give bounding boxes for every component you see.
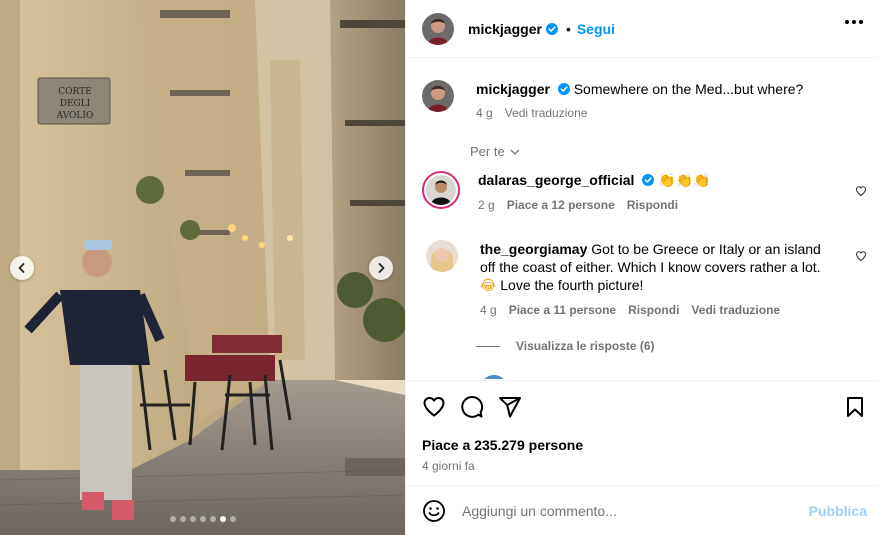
verified-icon: [642, 174, 655, 186]
street-sign-line2: DEGLI AVOLIO: [56, 99, 94, 121]
verified-icon: [545, 22, 558, 35]
header-username[interactable]: mickjagger: [468, 21, 542, 37]
street-scene-image: [0, 0, 405, 535]
next-photo-button[interactable]: [369, 256, 393, 280]
post-actions: Piace a 235.279 persone 4 giorni fa: [406, 380, 878, 485]
post-modal: CORTE DEGLI AVOLIO mickjagger • Segui mi…: [0, 0, 878, 535]
post-date[interactable]: 4 giorni fa: [422, 459, 475, 473]
post-header: mickjagger • Segui: [406, 0, 878, 58]
previous-photo-button[interactable]: [10, 256, 34, 280]
comment-text-2: Love the fourth picture!: [500, 277, 644, 293]
heart-icon[interactable]: [422, 395, 446, 419]
carousel-dot: [179, 516, 186, 522]
view-replies-label: Visualizza le risposte (6): [516, 339, 655, 353]
sort-label: Per te: [470, 144, 505, 159]
carousel-dot: [199, 516, 206, 522]
comment-form: Pubblica: [406, 485, 878, 535]
emoji-icon[interactable]: [422, 499, 446, 523]
comment-icon[interactable]: [460, 395, 484, 419]
carousel-dot: [169, 516, 176, 522]
street-sign: CORTE DEGLI AVOLIO: [40, 86, 110, 122]
comment-emoji: 😂: [480, 278, 497, 294]
post-panel: mickjagger • Segui mickjagger Somewhere …: [405, 0, 878, 535]
comment-username[interactable]: the_georgiamay: [480, 241, 587, 257]
comment-likes[interactable]: Piace a 11 persone: [509, 303, 616, 317]
caption: mickjagger Somewhere on the Med...but wh…: [422, 80, 836, 120]
comment-item: the_georgiamay Got to be Greece or Italy…: [422, 240, 840, 317]
street-sign-line1: CORTE: [58, 87, 92, 97]
more-options-icon[interactable]: [845, 20, 863, 24]
publish-button[interactable]: Pubblica: [809, 503, 867, 519]
carousel-dot: [189, 516, 196, 522]
comment-emoji: 👏👏👏: [658, 173, 711, 189]
carousel-dot: [229, 516, 236, 522]
avatar[interactable]: [480, 375, 508, 379]
avatar[interactable]: [422, 171, 460, 209]
likes-count[interactable]: Piace a 235.279 persone: [422, 437, 583, 453]
comment-input[interactable]: [462, 502, 792, 519]
comment-username[interactable]: dalaras_george_official: [478, 172, 634, 188]
view-replies-button[interactable]: Visualizza le risposte (6): [476, 339, 655, 353]
comments-section[interactable]: mickjagger Somewhere on the Med...but wh…: [406, 59, 878, 379]
see-translation-link[interactable]: Vedi traduzione: [505, 106, 588, 120]
header-separator: •: [565, 20, 571, 37]
chevron-down-icon: [510, 149, 520, 155]
avatar[interactable]: [426, 240, 458, 272]
chevron-right-icon: [378, 263, 385, 273]
verified-icon: [557, 83, 570, 95]
avatar[interactable]: [422, 80, 454, 112]
carousel-dots: [0, 516, 405, 522]
reply-button[interactable]: Rispondi: [628, 303, 679, 317]
post-photo[interactable]: CORTE DEGLI AVOLIO: [0, 0, 405, 535]
comment-time[interactable]: 2 g: [478, 198, 495, 212]
comment-item: dalaras_george_official 👏👏👏 2 g Piace a …: [422, 171, 838, 212]
reply-button[interactable]: Rispondi: [627, 198, 678, 212]
see-translation-link[interactable]: Vedi traduzione: [691, 303, 780, 317]
comment-likes[interactable]: Piace a 12 persone: [507, 198, 615, 212]
carousel-dot: [219, 516, 226, 522]
caption-text: Somewhere on the Med...but where?: [573, 81, 804, 97]
caption-time[interactable]: 4 g: [476, 106, 493, 120]
chevron-left-icon: [18, 263, 25, 273]
heart-icon[interactable]: [855, 250, 867, 262]
carousel-dot: [209, 516, 216, 522]
bookmark-icon[interactable]: [843, 395, 867, 419]
heart-icon[interactable]: [855, 185, 867, 197]
avatar[interactable]: [422, 12, 454, 45]
share-icon[interactable]: [498, 395, 522, 419]
comment-time[interactable]: 4 g: [480, 303, 497, 317]
sort-comments-button[interactable]: Per te: [470, 144, 521, 159]
follow-button[interactable]: Segui: [577, 21, 615, 37]
caption-username[interactable]: mickjagger: [476, 81, 550, 97]
